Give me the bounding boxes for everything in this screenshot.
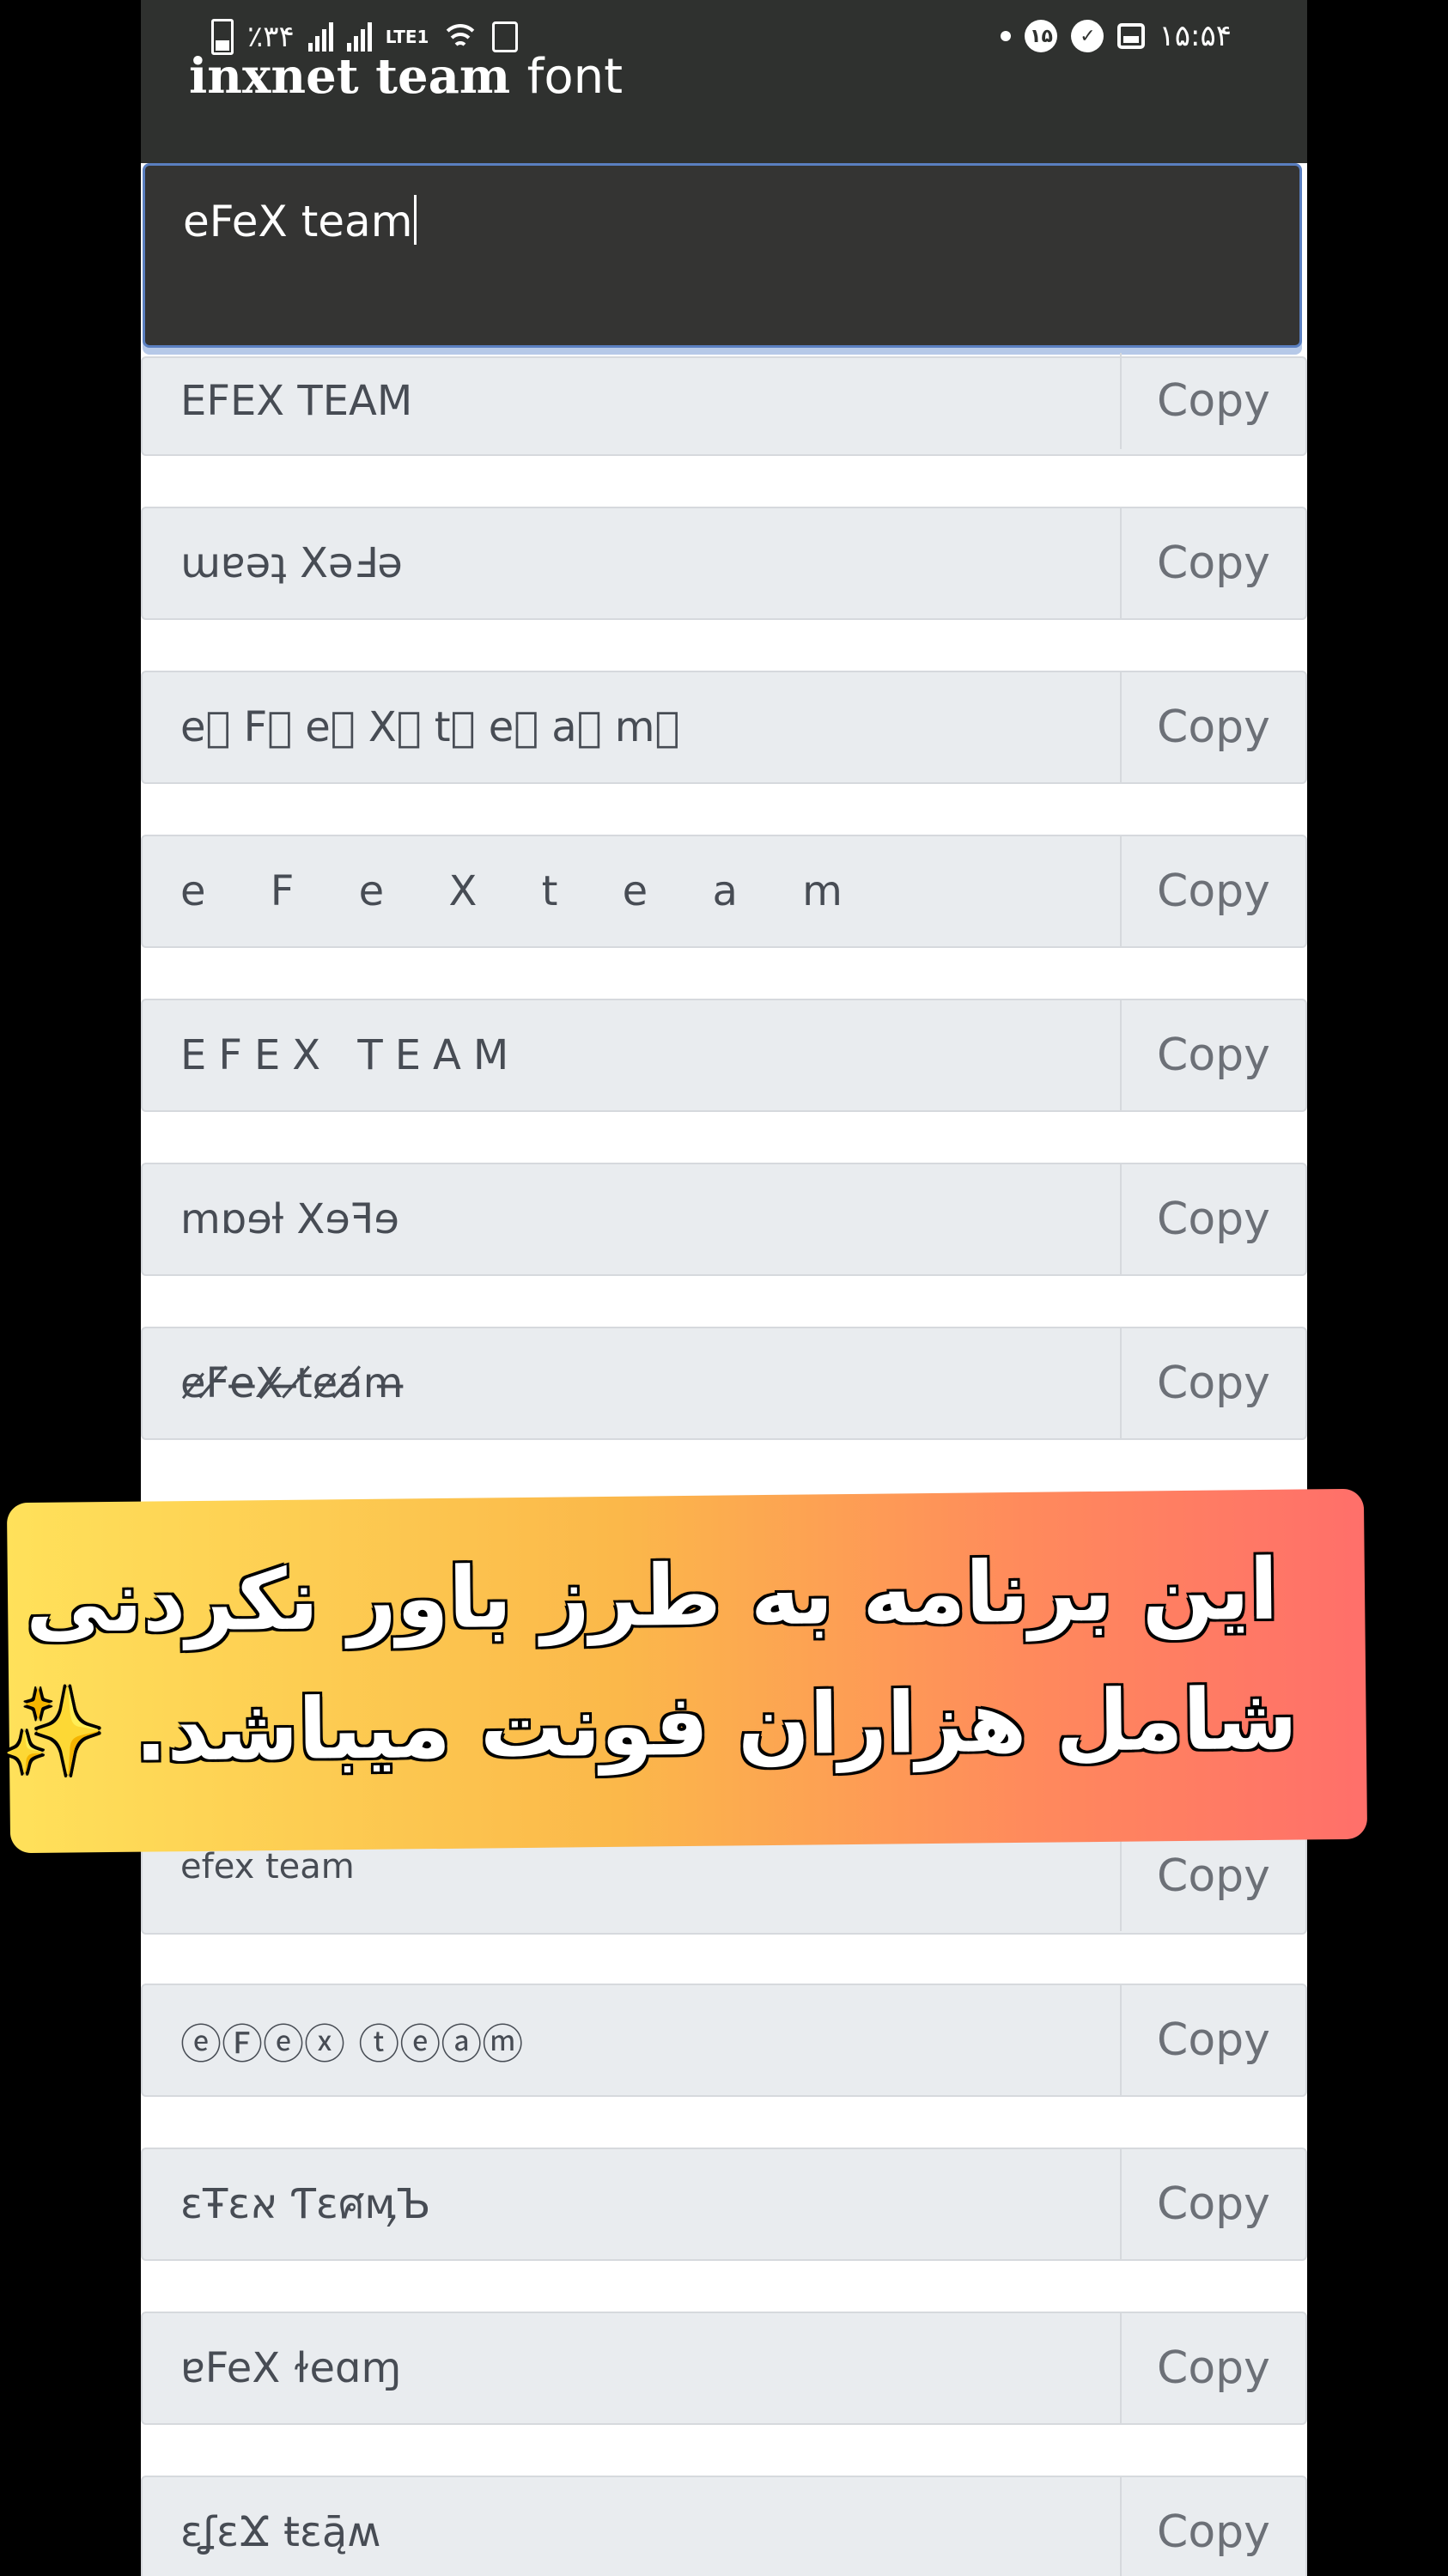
- font-preview: EFEX TEAM: [180, 377, 413, 425]
- copy-button[interactable]: Copy: [1120, 353, 1305, 449]
- font-preview: ɛʆɛϪ ŧɛą̄ʍ: [180, 2508, 381, 2556]
- font-preview: ⓔⒻⓔⓧ ⓣⓔⓐⓜ: [180, 2020, 524, 2069]
- font-row: ɛŦɛא ƬɛศӎЪ Copy: [141, 2148, 1307, 2261]
- caption-line-2: شامل هزاران فونت میباشد. ✨: [0, 1670, 1299, 1783]
- text-input[interactable]: eFeX team: [143, 163, 1302, 348]
- app-title-bold: inxnet team: [189, 48, 511, 105]
- sparkle-icon: ✨: [0, 1683, 106, 1783]
- copy-button[interactable]: Copy: [1120, 2313, 1305, 2423]
- phone-screen: ٪۳۴ LTE1 ۱۵ ✓ ۱۵:۵۴ inxnet team font eFe…: [141, 0, 1307, 2576]
- font-preview: EFEX TEAM: [180, 1031, 521, 1079]
- gallery-icon: [1117, 23, 1146, 49]
- font-row: ɐFeX ɫeɑɱ Copy: [141, 2312, 1307, 2425]
- caption-line-1: این برنامه به طرز باور نکردنی: [25, 1540, 1279, 1653]
- font-row: mɒɘƚ Xɘꟻɘ Copy: [141, 1163, 1307, 1276]
- caption-banner: این برنامه به طرز باور نکردنی شامل هزارا…: [0, 1488, 1368, 1854]
- copy-button[interactable]: Copy: [1120, 2477, 1305, 2576]
- font-row: e⃞ F⃞ e⃞ X⃞ t⃞ e⃞ a⃞ m⃞ Copy: [141, 671, 1307, 784]
- font-row: e F e X t e a m Copy: [141, 835, 1307, 948]
- font-preview: e̷F̸e̶X̷ ̶t̸e̷a̸m̶: [180, 1359, 404, 1407]
- caption-line-2-text: شامل هزاران فونت میباشد.: [134, 1670, 1299, 1781]
- copy-button[interactable]: Copy: [1120, 1985, 1305, 2095]
- font-row: EFEX TEAM Copy: [141, 999, 1307, 1112]
- copy-button[interactable]: Copy: [1120, 672, 1305, 782]
- copy-button[interactable]: Copy: [1120, 836, 1305, 946]
- font-row: ⓔⒻⓔⓧ ⓣⓔⓐⓜ Copy: [141, 1984, 1307, 2097]
- dot-icon: [1001, 31, 1012, 41]
- app-title-light: font: [526, 49, 624, 105]
- text-input-value: eFeX team: [183, 195, 417, 246]
- font-row: EFEX TEAM Copy: [141, 353, 1307, 456]
- app-bar: ٪۳۴ LTE1 ۱۵ ✓ ۱۵:۵۴ inxnet team font: [141, 0, 1307, 163]
- notification-count-badge: ۱۵: [1025, 20, 1058, 52]
- signal-2-icon: [346, 22, 372, 52]
- copy-button[interactable]: Copy: [1120, 508, 1305, 618]
- font-row: e̷F̸e̶X̷ ̶t̸e̷a̸m̶ Copy: [141, 1327, 1307, 1440]
- font-preview: e⃞ F⃞ e⃞ X⃞ t⃞ e⃞ a⃞ m⃞: [180, 703, 680, 751]
- wifi-icon: [441, 22, 481, 52]
- font-row: ɯɐǝʇ XǝℲǝ Copy: [141, 507, 1307, 620]
- app-title: inxnet team font: [189, 48, 623, 105]
- signal-1-icon: [307, 22, 333, 52]
- copy-button[interactable]: Copy: [1120, 1328, 1305, 1438]
- font-preview: e F e X t e a m: [180, 867, 868, 915]
- clock: ۱۵:۵۴: [1159, 19, 1232, 53]
- font-preview: ɛŦɛא ƬɛศӎЪ: [180, 2180, 431, 2228]
- network-type: LTE1: [385, 27, 429, 47]
- font-preview: ɐFeX ɫeɑɱ: [180, 2344, 402, 2392]
- copy-button[interactable]: Copy: [1120, 2149, 1305, 2259]
- status-right: ۱۵ ✓ ۱۵:۵۴: [1001, 19, 1232, 53]
- font-preview: mɒɘƚ Xɘꟻɘ: [180, 1195, 399, 1243]
- font-row: ɛʆɛϪ ŧɛą̄ʍ Copy: [141, 2476, 1307, 2576]
- shield-check-icon: ✓: [1071, 20, 1104, 52]
- copy-button[interactable]: Copy: [1120, 1164, 1305, 1274]
- font-preview: ɯɐǝʇ XǝℲǝ: [180, 539, 403, 587]
- copy-button[interactable]: Copy: [1120, 1000, 1305, 1110]
